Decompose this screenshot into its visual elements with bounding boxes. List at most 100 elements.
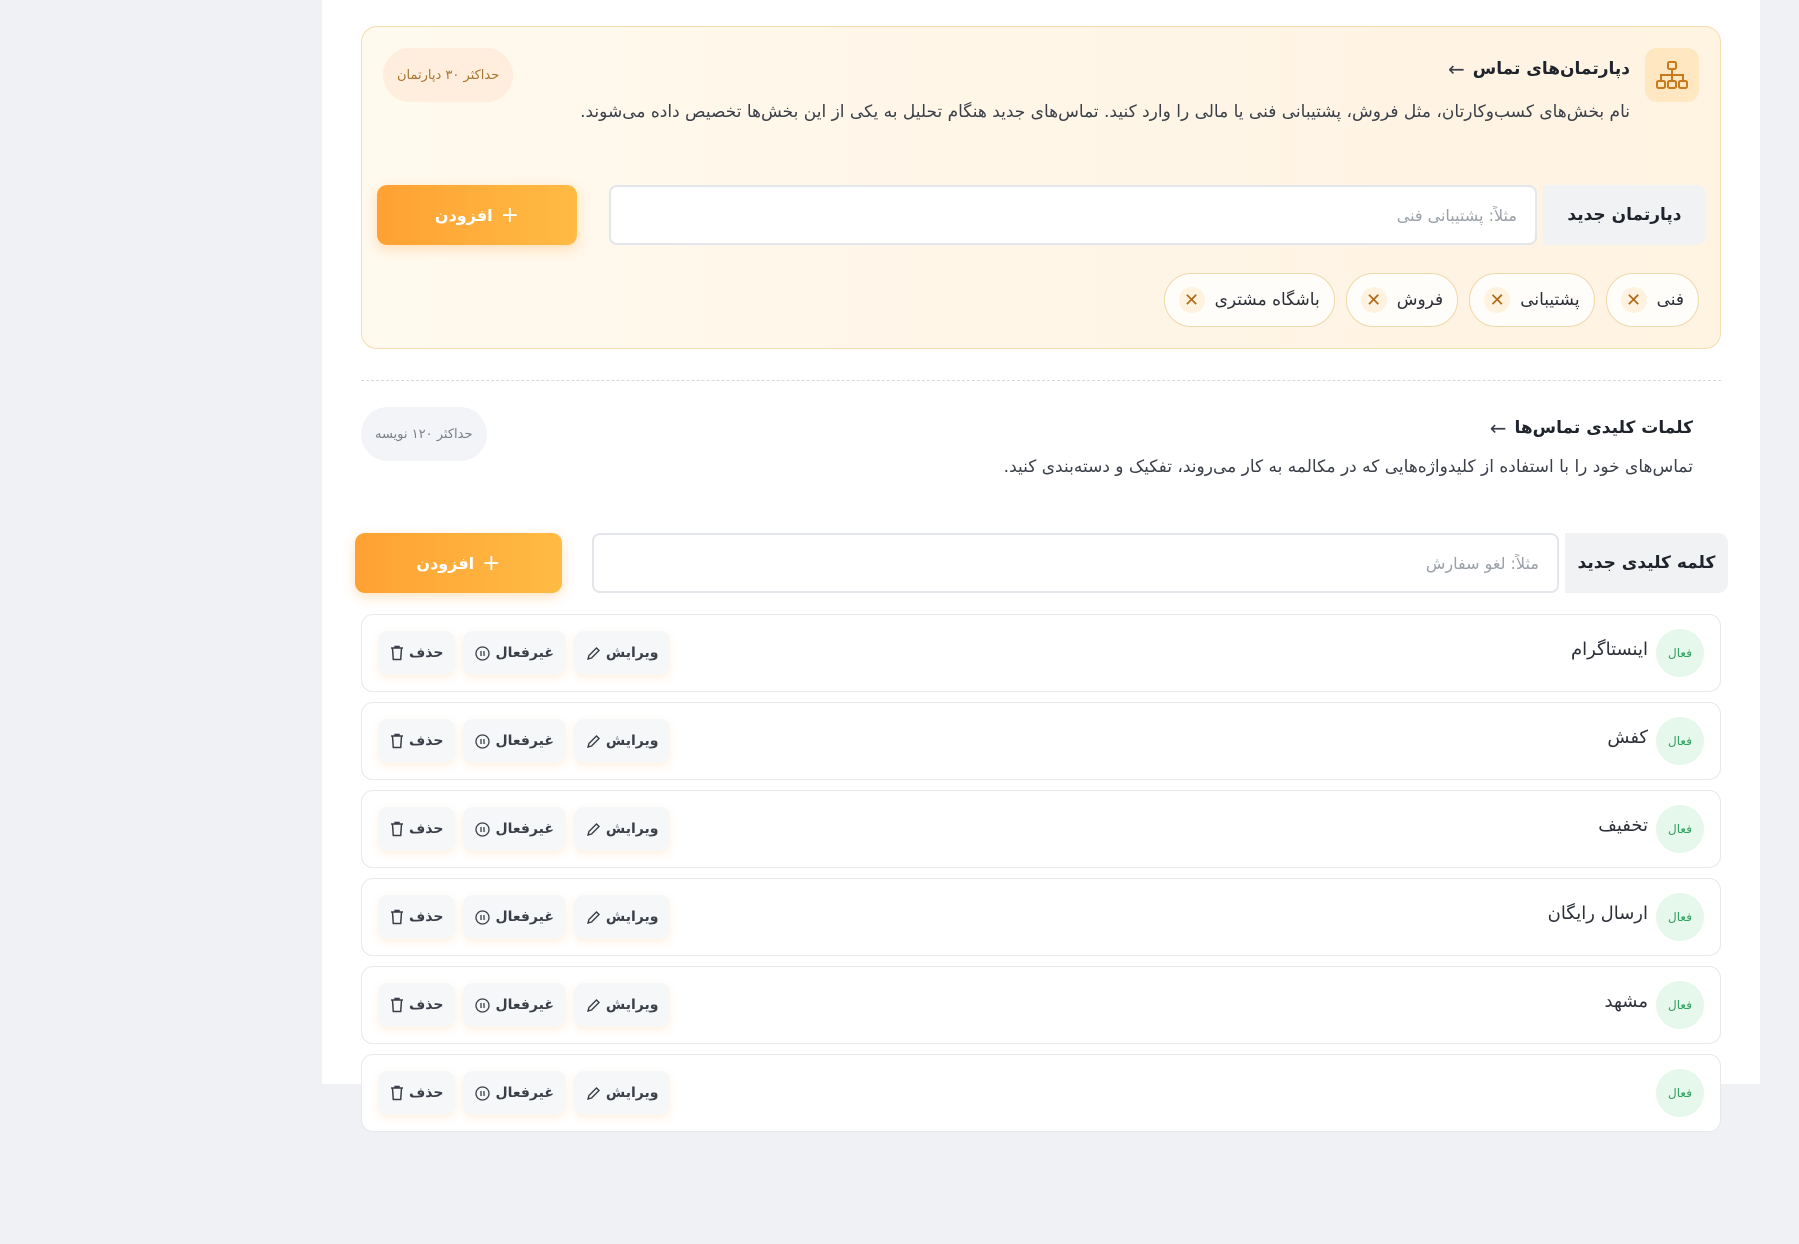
keyword-input-label: کلمه کلیدی جدید bbox=[1564, 533, 1728, 593]
keywords-limit-badge: حداکثر ۱۲۰ نویسه bbox=[361, 407, 487, 461]
delete-button[interactable]: حذف bbox=[378, 719, 456, 763]
edit-label: ویرایش bbox=[605, 909, 659, 925]
close-icon[interactable]: ✕ bbox=[1360, 287, 1387, 313]
deactivate-label: غیرفعال bbox=[495, 821, 554, 837]
status-badge: فعال bbox=[1656, 805, 1704, 853]
status-badge: فعال bbox=[1656, 1069, 1704, 1117]
pencil-icon bbox=[586, 822, 600, 836]
deactivate-label: غیرفعال bbox=[495, 645, 554, 661]
delete-label: حذف bbox=[409, 645, 444, 661]
status-badge: فعال bbox=[1656, 717, 1704, 765]
department-input-label: دپارتمان جدید bbox=[1542, 185, 1706, 245]
delete-button[interactable]: حذف bbox=[378, 895, 456, 939]
deactivate-button[interactable]: غیرفعال bbox=[463, 895, 566, 939]
deactivate-button[interactable]: غیرفعال bbox=[463, 807, 566, 851]
department-input-group: دپارتمان جدید bbox=[603, 185, 1706, 245]
edit-button[interactable]: ویرایش bbox=[573, 1071, 671, 1115]
plus-icon: + bbox=[482, 550, 501, 576]
keyword-label: کفش bbox=[1607, 727, 1648, 748]
close-icon[interactable]: ✕ bbox=[1620, 287, 1647, 313]
deactivate-button[interactable]: غیرفعال bbox=[463, 631, 566, 675]
keyword-row: فعال اینستاگرام حذف غیرفعال ویرایش bbox=[361, 614, 1721, 692]
keyword-list: فعال اینستاگرام حذف غیرفعال ویرایش فعال … bbox=[361, 614, 1721, 1142]
pause-icon bbox=[475, 997, 491, 1013]
edit-button[interactable]: ویرایش bbox=[573, 983, 671, 1027]
row-actions: حذف غیرفعال ویرایش bbox=[378, 983, 671, 1027]
row-actions: حذف غیرفعال ویرایش bbox=[378, 895, 671, 939]
pencil-icon bbox=[586, 646, 600, 660]
chip-label: فروش bbox=[1396, 290, 1444, 310]
delete-button[interactable]: حذف bbox=[378, 983, 456, 1027]
keyword-label: ارسال رایگان bbox=[1547, 903, 1648, 924]
org-chart-icon bbox=[1645, 48, 1699, 102]
keyword-input[interactable] bbox=[592, 533, 1559, 593]
pause-icon bbox=[475, 909, 491, 925]
keyword-row: فعال حذف غیرفعال ویرایش bbox=[361, 1054, 1721, 1132]
pencil-icon bbox=[586, 1086, 600, 1100]
edit-button[interactable]: ویرایش bbox=[573, 631, 671, 675]
pause-icon bbox=[475, 821, 491, 837]
edit-label: ویرایش bbox=[605, 821, 659, 837]
section-divider bbox=[361, 380, 1721, 381]
delete-label: حذف bbox=[409, 1085, 444, 1101]
deactivate-label: غیرفعال bbox=[495, 1085, 554, 1101]
delete-button[interactable]: حذف bbox=[378, 807, 456, 851]
add-keyword-button[interactable]: + افزودن bbox=[355, 533, 562, 593]
pencil-icon bbox=[586, 910, 600, 924]
pencil-icon bbox=[586, 734, 600, 748]
edit-label: ویرایش bbox=[605, 733, 659, 749]
trash-icon bbox=[391, 733, 403, 749]
pause-icon bbox=[475, 733, 491, 749]
delete-button[interactable]: حذف bbox=[378, 631, 456, 675]
department-chip: فروش ✕ bbox=[1345, 273, 1459, 327]
row-actions: حذف غیرفعال ویرایش bbox=[378, 1071, 671, 1115]
departments-limit-badge: حداکثر ۳۰ دپارتمان bbox=[383, 48, 514, 102]
row-actions: حذف غیرفعال ویرایش bbox=[378, 631, 671, 675]
delete-button[interactable]: حذف bbox=[378, 1071, 456, 1115]
edit-button[interactable]: ویرایش bbox=[573, 895, 671, 939]
keywords-title: کلمات کلیدی تماس‌ها ← bbox=[1490, 416, 1693, 440]
deactivate-button[interactable]: غیرفعال bbox=[463, 719, 566, 763]
arrow-left-icon: ← bbox=[1489, 416, 1507, 440]
edit-button[interactable]: ویرایش bbox=[573, 807, 671, 851]
keywords-description: تماس‌های خود را با استفاده از کلیدواژه‌ه… bbox=[1003, 457, 1693, 477]
pause-icon bbox=[475, 645, 491, 661]
trash-icon bbox=[391, 821, 403, 837]
keyword-row: فعال ارسال رایگان حذف غیرفعال ویرایش bbox=[361, 878, 1721, 956]
keyword-row: فعال مشهد حذف غیرفعال ویرایش bbox=[361, 966, 1721, 1044]
department-chip: فنی ✕ bbox=[1605, 273, 1699, 327]
department-input[interactable] bbox=[609, 185, 1537, 245]
keyword-row: فعال کفش حذف غیرفعال ویرایش bbox=[361, 702, 1721, 780]
departments-title: دپارتمان‌های تماس ← bbox=[1448, 57, 1630, 81]
keyword-label: مشهد bbox=[1604, 991, 1648, 1012]
trash-icon bbox=[391, 997, 403, 1013]
edit-label: ویرایش bbox=[605, 645, 659, 661]
close-icon[interactable]: ✕ bbox=[1178, 287, 1205, 313]
edit-label: ویرایش bbox=[605, 997, 659, 1013]
keywords-title-text: کلمات کلیدی تماس‌ها bbox=[1514, 418, 1693, 438]
deactivate-button[interactable]: غیرفعال bbox=[463, 983, 566, 1027]
deactivate-label: غیرفعال bbox=[495, 909, 554, 925]
deactivate-button[interactable]: غیرفعال bbox=[463, 1071, 566, 1115]
departments-title-text: دپارتمان‌های تماس bbox=[1472, 59, 1630, 79]
delete-label: حذف bbox=[409, 733, 444, 749]
trash-icon bbox=[391, 1085, 403, 1101]
trash-icon bbox=[391, 909, 403, 925]
add-department-button[interactable]: + افزودن bbox=[377, 185, 577, 245]
delete-label: حذف bbox=[409, 997, 444, 1013]
department-chip: باشگاه مشتری ✕ bbox=[1163, 273, 1335, 327]
delete-label: حذف bbox=[409, 821, 444, 837]
trash-icon bbox=[391, 645, 403, 661]
edit-button[interactable]: ویرایش bbox=[573, 719, 671, 763]
arrow-left-icon: ← bbox=[1447, 57, 1465, 81]
row-actions: حذف غیرفعال ویرایش bbox=[378, 807, 671, 851]
department-chip: پشتیبانی ✕ bbox=[1469, 273, 1595, 327]
departments-description: نام بخش‌های کسب‌وکارتان، مثل فروش، پشتیب… bbox=[580, 102, 1630, 122]
keyword-label: تخفیف bbox=[1598, 815, 1648, 836]
close-icon[interactable]: ✕ bbox=[1484, 287, 1511, 313]
status-badge: فعال bbox=[1656, 893, 1704, 941]
keyword-label: اینستاگرام bbox=[1570, 639, 1648, 660]
department-chips: فنی ✕ پشتیبانی ✕ فروش ✕ باشگاه مشتری ✕ bbox=[1163, 273, 1699, 327]
keyword-input-group: کلمه کلیدی جدید bbox=[586, 533, 1728, 593]
plus-icon: + bbox=[500, 202, 520, 228]
